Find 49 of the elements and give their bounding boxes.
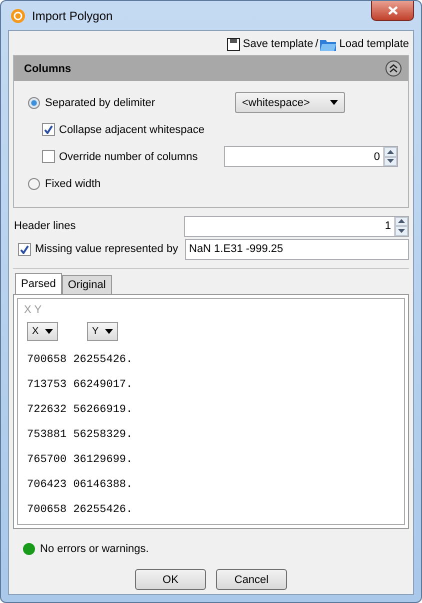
option-label: Override number of columns: [59, 150, 199, 162]
option-label: Separated by delimiter: [45, 96, 156, 108]
close-button[interactable]: [371, 1, 414, 21]
column-dropdown[interactable]: Y: [87, 322, 118, 341]
app-icon: [10, 8, 26, 24]
tab[interactable]: Parsed: [15, 273, 62, 294]
input-field[interactable]: NaN 1.E31 -999.25: [185, 238, 409, 260]
folder-icon: [320, 38, 336, 50]
data-line: 700658 26255426.: [26, 352, 134, 368]
load-template-link[interactable]: Load template: [320, 38, 409, 50]
check-icon: [44, 125, 53, 134]
close-icon: [388, 6, 398, 15]
down-arrow-icon[interactable]: [387, 159, 394, 164]
collapse-icon[interactable]: [385, 60, 402, 77]
down-arrow-icon[interactable]: [398, 228, 405, 233]
columns-spinner[interactable]: 0: [224, 146, 398, 167]
data-line: 722632 56266919.: [26, 402, 134, 418]
up-arrow-icon[interactable]: [398, 219, 405, 224]
data-line: 753881 56258329.: [26, 428, 134, 442]
dialog-button[interactable]: OK: [135, 569, 206, 590]
save-template-link[interactable]: Save template: [226, 38, 314, 50]
option-label: Fixed width: [45, 178, 101, 190]
column-dropdown[interactable]: X: [27, 322, 58, 341]
field-label: Missing value represented by: [35, 243, 180, 255]
caret-icon: [105, 329, 113, 334]
data-line: 713753 66249017.: [26, 378, 134, 392]
caret-icon: [330, 100, 338, 105]
tab[interactable]: Original: [62, 275, 112, 294]
radio-button[interactable]: [28, 96, 40, 108]
option-label: Collapse adjacent whitespace: [59, 124, 205, 136]
data-line: 700658 26255426.: [26, 502, 134, 518]
dialog-button[interactable]: Cancel: [216, 569, 287, 590]
caret-icon: [45, 329, 53, 334]
radio-button[interactable]: [28, 178, 40, 190]
header-lines-spinner[interactable]: 1: [184, 216, 409, 236]
check-icon: [20, 244, 29, 254]
data-line: 706423 06146388.: [26, 478, 134, 492]
checkbox[interactable]: [18, 242, 31, 256]
panel-title: Columns: [24, 62, 72, 74]
window-title: Import Polygon: [32, 8, 113, 22]
separator-text: /: [315, 38, 318, 50]
data-line: 765700 36129699.: [26, 452, 134, 468]
status-message: No errors or warnings.: [40, 543, 149, 555]
checkbox[interactable]: [42, 150, 55, 163]
delimiter-dropdown[interactable]: <whitespace>: [235, 92, 345, 113]
checkbox[interactable]: [42, 123, 55, 136]
header-text: X Y: [24, 304, 43, 316]
field-label: Header lines: [13, 220, 77, 232]
up-arrow-icon[interactable]: [387, 150, 394, 154]
